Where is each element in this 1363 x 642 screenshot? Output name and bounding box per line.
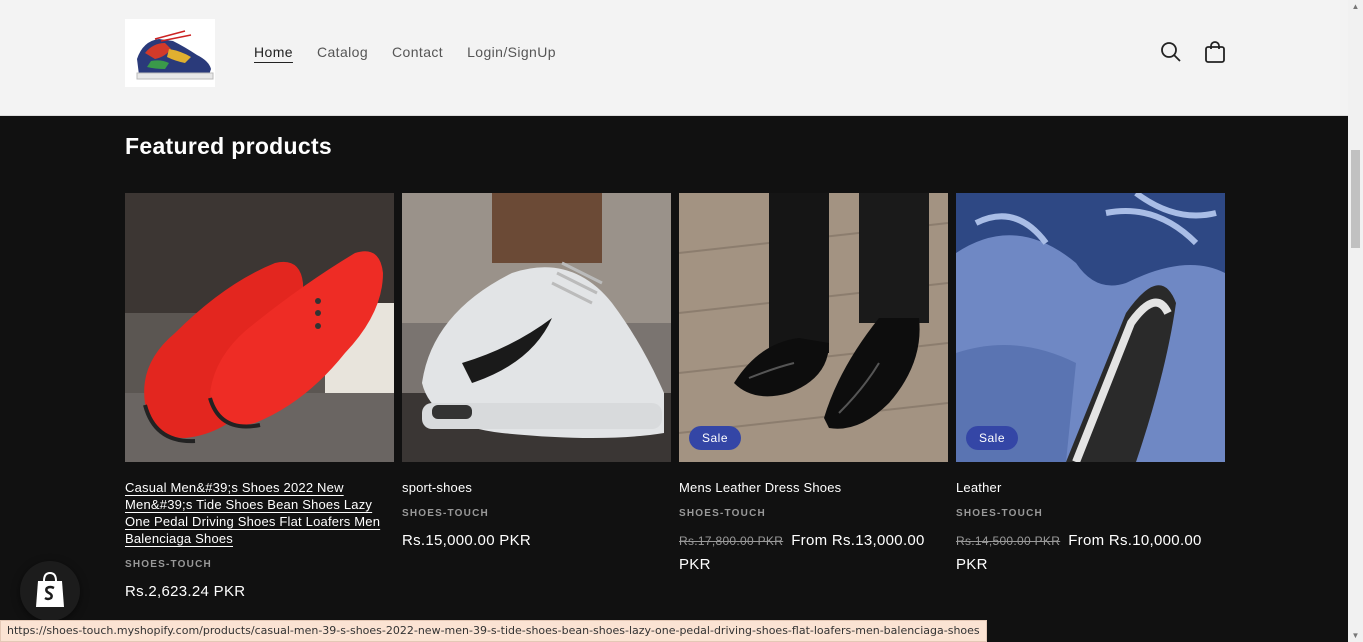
product-title[interactable]: sport-shoes bbox=[402, 479, 671, 496]
scrollbar-track[interactable] bbox=[1348, 0, 1363, 642]
sale-badge: Sale bbox=[966, 426, 1019, 450]
product-image-sport-shoe[interactable] bbox=[402, 193, 671, 462]
regular-price: Rs.17,800.00 PKR bbox=[679, 534, 784, 548]
product-price: Rs.14,500.00 PKR From Rs.10,000.00 PKR bbox=[956, 529, 1225, 577]
product-vendor: SHOES-TOUCH bbox=[679, 508, 766, 519]
nav-contact[interactable]: Contact bbox=[392, 44, 443, 60]
store-logo[interactable] bbox=[125, 19, 215, 87]
product-price: Rs.15,000.00 PKR bbox=[402, 529, 671, 553]
nav-login-signup[interactable]: Login/SignUp bbox=[467, 44, 556, 60]
scrollbar-thumb[interactable] bbox=[1351, 150, 1360, 248]
product-vendor: SHOES-TOUCH bbox=[402, 508, 489, 519]
product-image-leather-dress-shoes[interactable]: Sale bbox=[679, 193, 948, 462]
site-header: Home Catalog Contact Login/SignUp bbox=[0, 0, 1348, 116]
link-status-bar: https://shoes-touch.myshopify.com/produc… bbox=[0, 620, 987, 642]
scroll-up-arrow[interactable]: ▲ bbox=[1351, 2, 1360, 11]
product-price: Rs.2,623.24 PKR bbox=[125, 580, 394, 604]
cart-icon[interactable] bbox=[1203, 40, 1227, 64]
nav-catalog[interactable]: Catalog bbox=[317, 44, 368, 60]
product-card[interactable]: sport-shoes SHOES-TOUCH Rs.15,000.00 PKR bbox=[402, 193, 671, 553]
product-price: Rs.17,800.00 PKR From Rs.13,000.00 PKR bbox=[679, 529, 948, 577]
product-card[interactable]: Sale Leather SHOES-TOUCH Rs.14,500.00 PK… bbox=[956, 193, 1225, 577]
product-image-red-loafers[interactable] bbox=[125, 193, 394, 462]
regular-price: Rs.14,500.00 PKR bbox=[956, 534, 1061, 548]
product-vendor: SHOES-TOUCH bbox=[956, 508, 1043, 519]
main-nav: Home Catalog Contact Login/SignUp bbox=[254, 44, 556, 60]
product-vendor: SHOES-TOUCH bbox=[125, 559, 212, 570]
product-card[interactable]: Casual Men&#39;s Shoes 2022 New Men&#39;… bbox=[125, 193, 394, 604]
product-card[interactable]: Sale Mens Leather Dress Shoes SHOES-TOUC… bbox=[679, 193, 948, 577]
scroll-down-arrow[interactable]: ▼ bbox=[1351, 631, 1360, 640]
nav-home[interactable]: Home bbox=[254, 44, 293, 60]
product-title[interactable]: Leather bbox=[956, 479, 1225, 496]
shopify-bag-icon bbox=[36, 571, 64, 607]
sale-badge: Sale bbox=[689, 426, 742, 450]
product-title[interactable]: Mens Leather Dress Shoes bbox=[679, 479, 948, 496]
sale-price: Rs.2,623.24 PKR bbox=[125, 583, 246, 600]
product-title[interactable]: Casual Men&#39;s Shoes 2022 New Men&#39;… bbox=[125, 479, 394, 547]
search-icon[interactable] bbox=[1159, 40, 1183, 64]
featured-heading: Featured products bbox=[125, 133, 333, 159]
sale-price: Rs.15,000.00 PKR bbox=[402, 532, 532, 549]
product-image-leather-sneaker[interactable]: Sale bbox=[956, 193, 1225, 462]
shopify-chat-button[interactable] bbox=[20, 561, 80, 621]
